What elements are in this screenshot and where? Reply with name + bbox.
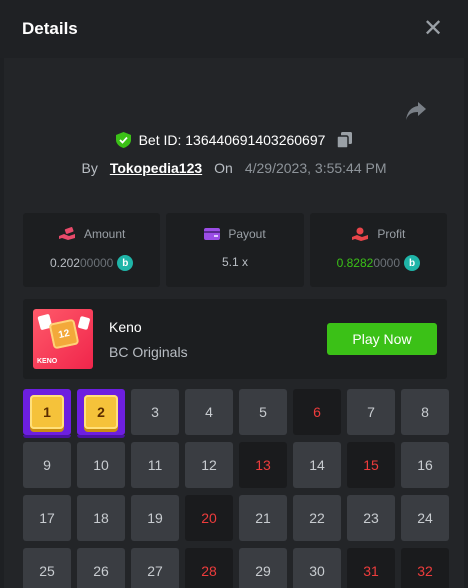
keno-cell: 4 xyxy=(185,389,233,435)
keno-cell: 3 xyxy=(131,389,179,435)
amount-value: 0.202 xyxy=(49,256,80,270)
keno-cell: 30 xyxy=(293,548,341,588)
keno-cell: 2 xyxy=(77,389,125,438)
game-name: Keno xyxy=(109,319,142,335)
keno-cell: 9 xyxy=(23,442,71,488)
shield-check-icon xyxy=(115,132,131,148)
payout-label: Payout xyxy=(228,227,266,241)
payout-value: 5.1 x xyxy=(221,255,248,269)
keno-cell: 18 xyxy=(77,495,125,541)
hand-money-icon xyxy=(58,227,75,240)
amount-value-zeros: 00000 xyxy=(79,256,114,270)
keno-cell: 21 xyxy=(239,495,287,541)
keno-cell: 1 xyxy=(23,389,71,438)
keno-cell: 26 xyxy=(77,548,125,588)
keno-cell: 6 xyxy=(293,389,341,435)
keno-cell: 32 xyxy=(401,548,449,588)
game-provider: BC Originals xyxy=(109,344,188,360)
keno-cell: 28 xyxy=(185,548,233,588)
bc-coin-icon: b xyxy=(404,255,421,271)
bet-meta-row: By Tokopedia123 On 4/29/2023, 3:55:44 PM xyxy=(4,160,464,176)
bet-date: 4/29/2023, 3:55:44 PM xyxy=(244,160,387,176)
profit-stat: Profit 0.82820000 b xyxy=(309,213,447,287)
keno-cell: 7 xyxy=(347,389,395,435)
dialog-title: Details xyxy=(22,19,78,38)
keno-cell: 25 xyxy=(23,548,71,588)
bc-coin-icon: b xyxy=(117,255,134,271)
payout-stat: Payout 5.1 x xyxy=(166,213,304,287)
game-card: 12 KENO Keno BC Originals Play Now xyxy=(23,299,447,379)
share-icon[interactable] xyxy=(404,100,428,122)
keno-cell: 29 xyxy=(239,548,287,588)
close-icon[interactable]: ✕ xyxy=(420,16,446,42)
amount-label: Amount xyxy=(83,227,126,241)
keno-cell: 17 xyxy=(23,495,71,541)
keno-grid: 1 2 3 4 5 6 7 8 9 10 11 12 13 14 15 16 17 18 19 20 21 22 23 24 2… xyxy=(23,389,455,588)
keno-cell: 23 xyxy=(347,495,395,541)
keno-cell: 10 xyxy=(77,442,125,488)
keno-cell: 20 xyxy=(185,495,233,541)
keno-pick-gem: 1 xyxy=(30,395,64,429)
profit-value-zeros: 0000 xyxy=(373,256,401,270)
username-link[interactable]: Tokopedia123 xyxy=(110,160,202,176)
amount-stat: Amount 0.20200000 b xyxy=(23,213,161,287)
keno-cell: 22 xyxy=(293,495,341,541)
profit-label: Profit xyxy=(377,227,406,241)
copy-icon[interactable] xyxy=(337,132,353,148)
profit-value: 0.8282 xyxy=(336,256,374,270)
game-thumbnail[interactable]: 12 KENO xyxy=(33,309,93,369)
keno-cell: 27 xyxy=(131,548,179,588)
keno-cell: 24 xyxy=(401,495,449,541)
keno-cell: 19 xyxy=(131,495,179,541)
keno-cell: 12 xyxy=(185,442,233,488)
keno-cell: 11 xyxy=(131,442,179,488)
bet-id: Bet ID: 136440691403260697 xyxy=(138,132,326,148)
card-icon xyxy=(204,228,221,240)
keno-cell: 5 xyxy=(239,389,287,435)
thumb-label: KENO xyxy=(37,358,58,365)
dialog-body: Bet ID: 136440691403260697 By Tokopedia1… xyxy=(4,58,464,588)
keno-cell: 8 xyxy=(401,389,449,435)
keno-cell: 13 xyxy=(239,442,287,488)
stats-row: Amount 0.20200000 b Payout 5.1 x Profit … xyxy=(23,213,447,287)
keno-cell: 31 xyxy=(347,548,395,588)
keno-cell: 16 xyxy=(401,442,449,488)
hand-coin-icon xyxy=(352,227,369,241)
bet-id-row: Bet ID: 136440691403260697 xyxy=(4,132,464,148)
keno-cell: 15 xyxy=(347,442,395,488)
keno-pick-gem: 2 xyxy=(84,395,118,429)
dialog-header: Details ✕ xyxy=(0,0,468,58)
by-label: By xyxy=(81,160,98,176)
play-now-button[interactable]: Play Now xyxy=(327,323,437,355)
on-label: On xyxy=(214,160,233,176)
keno-cube-icon: 12 xyxy=(48,318,80,350)
keno-cell: 14 xyxy=(293,442,341,488)
